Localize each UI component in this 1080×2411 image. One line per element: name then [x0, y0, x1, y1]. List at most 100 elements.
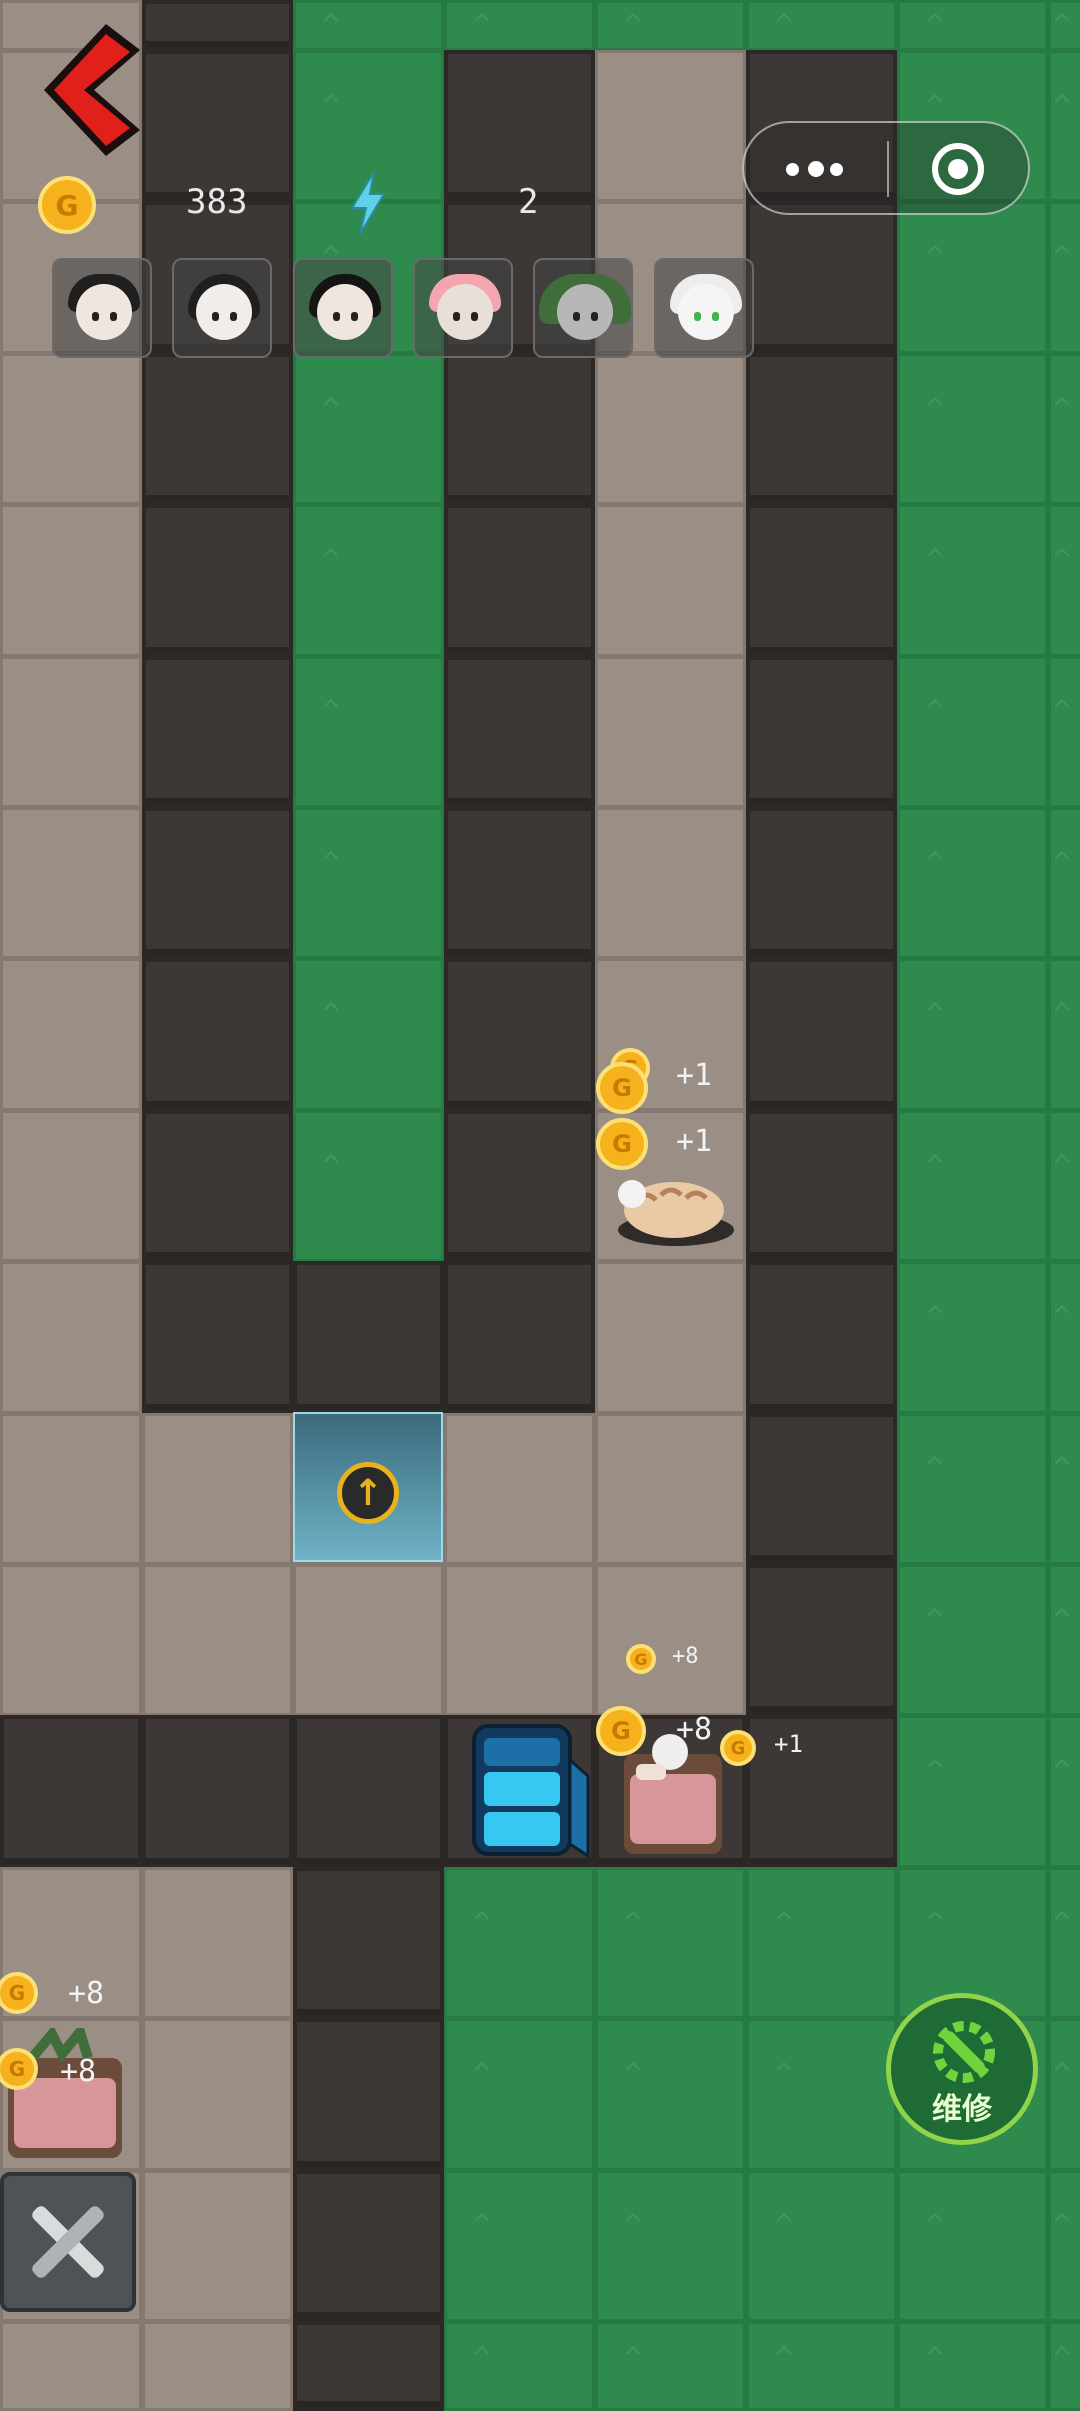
grass-tile [897, 1109, 1048, 1263]
floor-tile [444, 1564, 595, 1717]
floor-tile [595, 1412, 746, 1565]
grass-tile [1048, 504, 1080, 657]
wall-tile [142, 807, 293, 960]
grass-tile [1048, 50, 1080, 203]
floor-tile [142, 1412, 293, 1565]
grass-tile [897, 0, 1048, 51]
grass-tile [1048, 1261, 1080, 1414]
repair-button[interactable]: 维修 [886, 1993, 1038, 2145]
grass-tile [746, 2018, 897, 2171]
grass-tile [1048, 807, 1080, 960]
floor-tile [595, 1261, 746, 1414]
floor-tile [0, 1109, 142, 1263]
more-dots-icon[interactable] [784, 157, 846, 183]
floor-tile [595, 50, 746, 203]
reward-text: +8 [672, 1644, 699, 1669]
arrow-up-icon[interactable]: ↑ [337, 1462, 399, 1524]
grass-tile [897, 2321, 1048, 2411]
grass-tile [293, 352, 444, 506]
upgrade-portal-tile[interactable]: ↑ [293, 1412, 443, 1562]
grass-tile [595, 2321, 746, 2411]
reward-text: +1 [774, 1730, 803, 1758]
grass-tile [897, 958, 1048, 1111]
wall-tile [444, 352, 595, 506]
grass-tile [444, 2321, 595, 2411]
floor-tile [0, 504, 142, 657]
reward-text: +8 [60, 2054, 97, 2089]
grass-tile [595, 1866, 746, 2020]
back-arrow-icon[interactable] [36, 20, 146, 160]
team-avatar-1[interactable] [52, 258, 152, 358]
grass-tile [1048, 2321, 1080, 2411]
wall-tile [142, 1261, 293, 1414]
grass-tile [1048, 2169, 1080, 2322]
grass-tile [1048, 0, 1080, 51]
wall-tile [293, 1715, 444, 1868]
reward-coin-icon: G [596, 1118, 648, 1170]
repair-label: 维修 [932, 2092, 992, 2127]
gold-count: 383 [186, 182, 248, 222]
wall-tile [444, 655, 595, 808]
energy-bolt-icon [350, 172, 386, 234]
wall-tile [142, 1109, 293, 1263]
grass-tile [293, 504, 444, 657]
wall-tile [746, 807, 897, 960]
wall-tile [746, 1564, 897, 1717]
wall-tile [0, 1715, 142, 1868]
wall-tile [746, 201, 897, 354]
grass-tile [897, 1261, 1048, 1414]
wall-tile [293, 1866, 444, 2020]
floor-tile [0, 1564, 142, 1717]
reward-coin-icon: G [596, 1062, 648, 1114]
floor-tile [0, 1261, 142, 1414]
grass-tile [444, 2169, 595, 2322]
grass-tile [1048, 201, 1080, 354]
grass-tile [746, 0, 897, 51]
grass-tile [897, 352, 1048, 506]
reward-coin-icon: G [596, 1706, 646, 1756]
grass-tile [1048, 1866, 1080, 2020]
floor-tile [142, 1866, 293, 2020]
team-avatar-2[interactable] [172, 258, 272, 358]
grass-tile [897, 1715, 1048, 1868]
grass-tile [1048, 1109, 1080, 1263]
wall-tile [746, 1109, 897, 1263]
wall-tile [293, 1261, 444, 1414]
team-avatar-5[interactable] [533, 258, 633, 358]
floor-tile [0, 655, 142, 808]
wall-tile [444, 1261, 595, 1414]
grass-tile [1048, 1715, 1080, 1868]
tools-crate[interactable] [0, 2172, 136, 2312]
target-icon[interactable] [932, 143, 984, 195]
wall-tile [746, 1261, 897, 1414]
wall-tile [444, 504, 595, 657]
grass-tile [897, 1412, 1048, 1565]
fridge-machine[interactable] [470, 1720, 590, 1860]
grass-tile [293, 655, 444, 808]
floor-tile [444, 1412, 595, 1565]
floor-tile [0, 2321, 142, 2411]
floor-tile [293, 1564, 444, 1717]
wall-tile [142, 504, 293, 657]
team-avatar-4[interactable] [413, 258, 513, 358]
grass-tile [897, 2169, 1048, 2322]
floor-tile [142, 2169, 293, 2322]
floor-tile [142, 2018, 293, 2171]
wall-tile [746, 1715, 897, 1868]
team-avatar-3[interactable] [293, 258, 393, 358]
floor-tile [595, 1564, 746, 1717]
team-avatar-6[interactable] [654, 258, 754, 358]
floor-tile [0, 352, 142, 506]
wall-tile [293, 2169, 444, 2322]
capsule-divider [887, 141, 889, 197]
grass-tile [595, 0, 746, 51]
grass-tile [1048, 655, 1080, 808]
grass-tile [897, 1564, 1048, 1717]
grass-tile [1048, 958, 1080, 1111]
grass-tile [444, 0, 595, 51]
wall-tile [444, 50, 595, 203]
mini-program-capsule [742, 121, 1030, 215]
reward-text: +8 [676, 1712, 713, 1747]
wall-tile [142, 352, 293, 506]
reward-text: +1 [676, 1058, 713, 1093]
